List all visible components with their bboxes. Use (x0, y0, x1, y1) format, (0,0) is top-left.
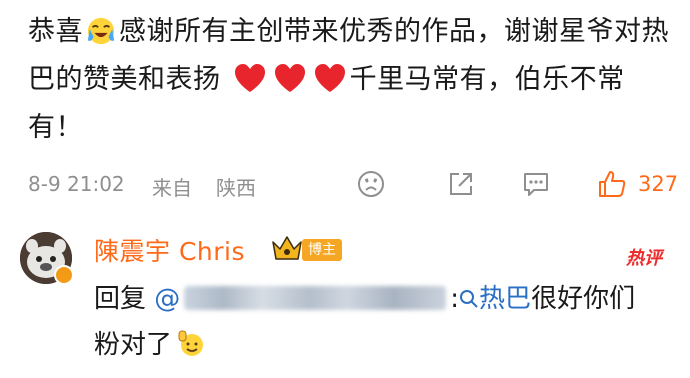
blurred-username (184, 286, 447, 310)
mention-at[interactable]: @ (154, 284, 180, 314)
red-heart-icon (234, 64, 265, 92)
post-timestamp: 8-9 21:02 (28, 172, 125, 196)
like-icon[interactable] (596, 168, 628, 200)
share-icon[interactable] (445, 168, 477, 200)
red-heart-icon (274, 64, 305, 92)
verified-badge-icon (54, 265, 74, 285)
blogger-badge: 博主 (302, 239, 342, 261)
reply-username[interactable]: 陳震宇 Chris (94, 232, 245, 268)
mention-colon: : (450, 284, 460, 314)
comment-icon[interactable] (520, 168, 552, 200)
topic-link[interactable]: 热巴 (479, 284, 531, 314)
post-source: 来自 (152, 176, 192, 200)
search-icon (460, 290, 478, 308)
hot-comment-label: 热评 (626, 248, 662, 269)
reply-text: 回复 @: 热巴很好你们粉对了 (94, 276, 654, 368)
post-body: 恭喜 感谢所有主创带来优秀的作品，谢谢星爷对热巴的赞美和表扬 千里马常有，伯乐不… (28, 8, 674, 152)
crying-laughing-emoji-icon (87, 17, 115, 45)
crown-icon (272, 236, 302, 260)
red-heart-icon (314, 64, 345, 92)
sad-face-icon[interactable] (355, 168, 387, 200)
post-location: 陕西 (216, 176, 256, 200)
reply-prefix: 回复 (94, 284, 147, 314)
post-meta-row: 8-9 21:02 来自 陕西 327 (28, 166, 678, 202)
post-text-prefix: 恭喜 (28, 16, 83, 47)
like-count: 327 (638, 172, 679, 196)
waving-hand-emoji-icon (178, 330, 204, 356)
hot-reply: 陳震宇 Chris 博主 热评 回复 @: 热巴很好你们粉对了 (0, 218, 690, 378)
